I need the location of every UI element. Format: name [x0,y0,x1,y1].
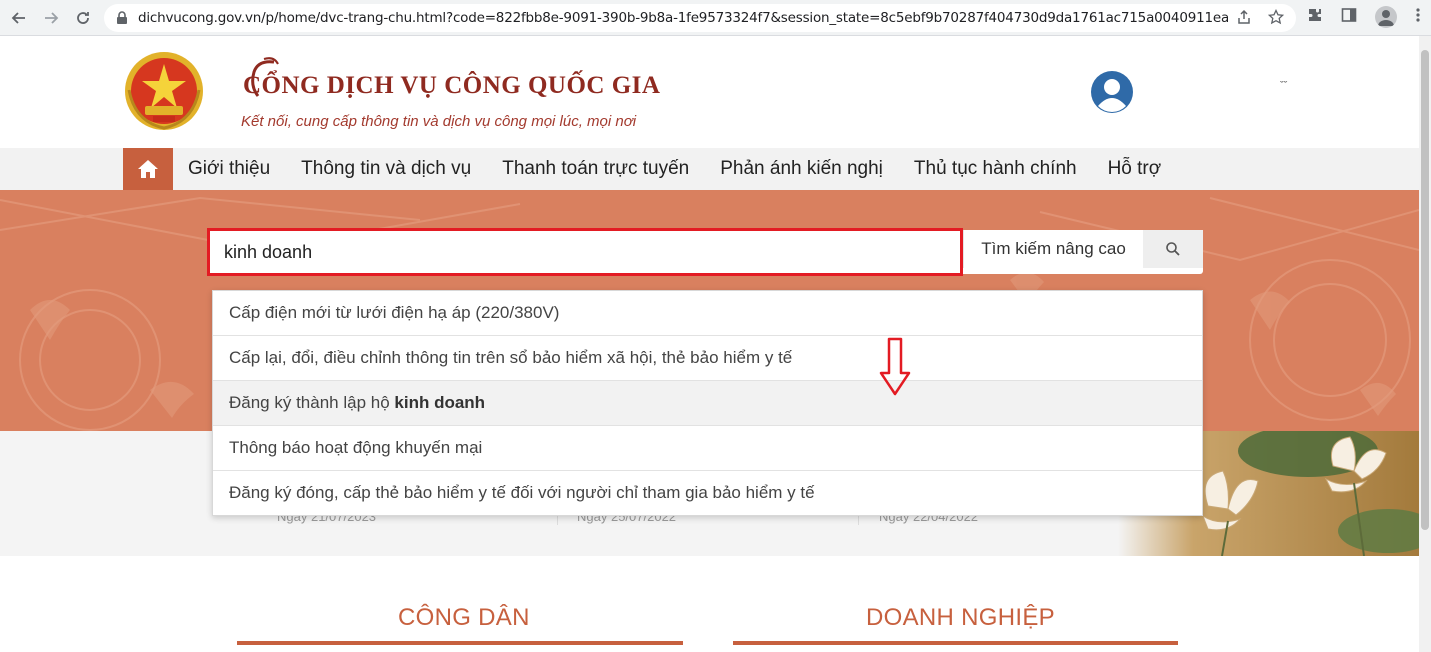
home-icon [138,160,158,178]
nav-item-thanh-toan[interactable]: Thanh toán trực tuyến [502,158,689,180]
forward-icon[interactable] [38,5,64,31]
annotation-arrow-icon [879,337,911,396]
national-emblem-icon[interactable] [123,50,205,132]
user-avatar-icon[interactable] [1090,70,1134,114]
suggestion-item-highlighted[interactable]: Đăng ký thành lập hộ kinh doanh [213,381,1202,426]
suggestion-match: kinh doanh [394,393,486,412]
category-citizen[interactable]: CÔNG DÂN [398,604,530,632]
suggestion-item[interactable]: Cấp điện mới từ lưới điện hạ áp (220/380… [213,291,1202,336]
search-icon [1166,242,1180,256]
search-input[interactable] [207,228,963,276]
suggestion-text: Cấp lại, đổi, điều chỉnh thông tin trên … [229,348,793,367]
category-underline [237,641,683,645]
suggestion-item[interactable]: Cấp lại, đổi, điều chỉnh thông tin trên … [213,336,1202,381]
search-suggestions: Cấp điện mới từ lưới điện hạ áp (220/380… [212,290,1203,516]
sidebar-icon[interactable] [1341,7,1357,28]
nav-item-thu-tuc[interactable]: Thủ tục hành chính [914,158,1077,180]
extensions-icon[interactable] [1307,7,1323,28]
search-button[interactable] [1143,230,1203,268]
browser-toolbar: dichvucong.gov.vn/p/home/dvc-trang-chu.h… [0,0,1431,36]
site-subtitle: Kết nối, cung cấp thông tin và dịch vụ c… [241,113,637,130]
category-underline [733,641,1178,645]
profile-icon[interactable] [1375,6,1397,28]
site-header: CỔNG DỊCH VỤ CÔNG QUỐC GIA Kết nối, cung… [0,36,1419,148]
star-icon[interactable] [1267,8,1285,29]
language-caret-icon[interactable]: ˇˇ [1280,80,1287,92]
site-title[interactable]: CỔNG DỊCH VỤ CÔNG QUỐC GIA [243,72,660,100]
scrollbar-thumb[interactable] [1421,50,1429,530]
main-nav: Giới thiệu Thông tin và dịch vụ Thanh to… [0,148,1419,190]
suggestion-text: Thông báo hoạt động khuyến mại [229,438,483,457]
page: dichvucong.gov.vn/p/home/dvc-trang-chu.h… [0,0,1431,652]
nav-item-thong-tin-dich-vu[interactable]: Thông tin và dịch vụ [301,158,471,180]
suggestion-text: Cấp điện mới từ lưới điện hạ áp (220/380… [229,303,560,322]
advanced-search-button[interactable]: Tìm kiếm nâng cao [963,230,1143,268]
reload-icon[interactable] [70,5,96,31]
suggestion-text: Đăng ký đóng, cấp thẻ bảo hiểm y tế đối … [229,483,815,502]
page-scrollbar[interactable] [1419,36,1431,652]
category-business[interactable]: DOANH NGHIỆP [866,604,1055,632]
menu-dots-icon[interactable] [1415,7,1421,28]
suggestion-text: Đăng ký thành lập hộ [229,393,395,412]
home-button[interactable] [123,148,173,190]
back-icon[interactable] [6,5,32,31]
nav-item-gioi-thieu[interactable]: Giới thiệu [188,158,270,180]
address-bar[interactable]: dichvucong.gov.vn/p/home/dvc-trang-chu.h… [104,4,1296,32]
nav-item-ho-tro[interactable]: Hỗ trợ [1108,158,1162,180]
suggestion-item[interactable]: Đăng ký đóng, cấp thẻ bảo hiểm y tế đối … [213,471,1202,515]
suggestion-item[interactable]: Thông báo hoạt động khuyến mại [213,426,1202,471]
url-text[interactable]: dichvucong.gov.vn/p/home/dvc-trang-chu.h… [138,10,1228,26]
share-icon[interactable] [1236,9,1252,29]
lock-icon [116,11,130,25]
nav-item-phan-anh[interactable]: Phản ánh kiến nghị [720,158,883,180]
